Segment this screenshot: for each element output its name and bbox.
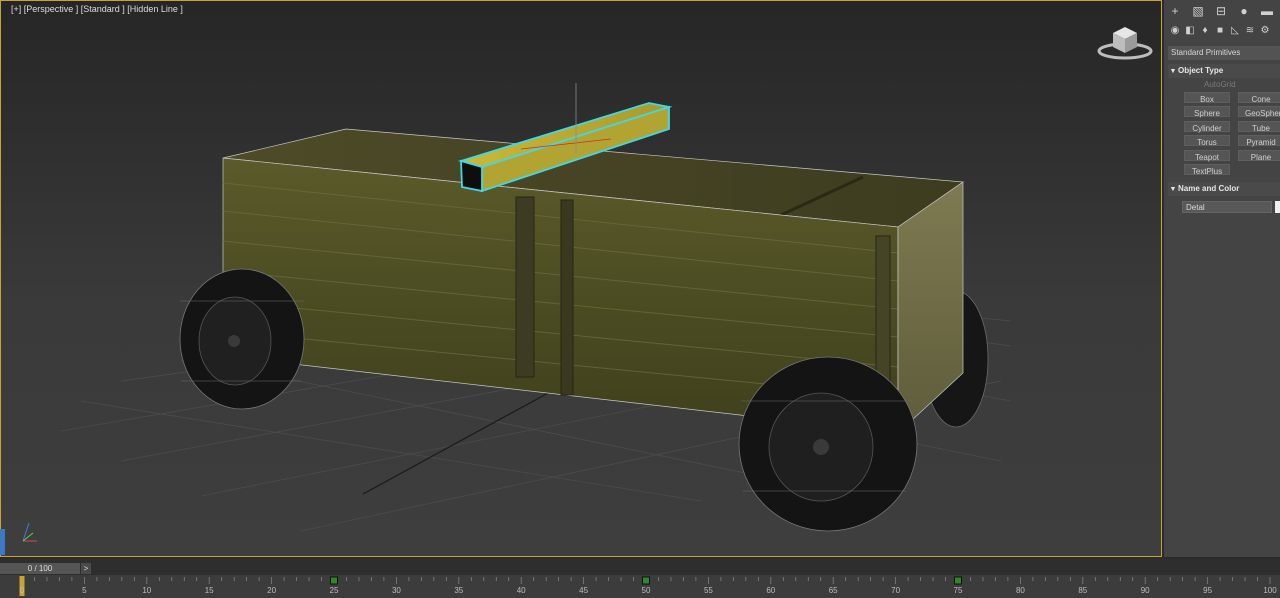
helpers-icon[interactable]: ◺ <box>1228 24 1242 38</box>
shapes-icon[interactable]: ◧ <box>1183 24 1197 38</box>
track-tick-label: 20 <box>267 586 277 595</box>
track-tick-label: 35 <box>454 586 464 595</box>
keyframe-marker <box>954 576 962 585</box>
track-tick-label: 15 <box>204 586 214 595</box>
next-frame-button[interactable]: > <box>81 563 91 574</box>
geosphere-button[interactable]: GeoSphere <box>1238 106 1280 118</box>
track-tick-label: 80 <box>1015 586 1025 595</box>
track-tick-label: 25 <box>329 586 339 595</box>
textplus-button[interactable]: TextPlus <box>1184 164 1230 176</box>
track-tick-label: 0 <box>19 586 25 595</box>
cameras-icon[interactable]: ■ <box>1213 24 1227 38</box>
crate-latch <box>515 196 535 378</box>
track-tick-label: 75 <box>953 586 963 595</box>
torus-button[interactable]: Torus <box>1184 135 1230 147</box>
track-tick-label: 55 <box>703 586 713 595</box>
geometry-icon[interactable]: ◉ <box>1168 24 1182 38</box>
modify-icon[interactable]: ▧ <box>1191 4 1205 18</box>
spacewarps-icon[interactable]: ≋ <box>1243 24 1257 38</box>
teapot-button[interactable]: Teapot <box>1184 150 1230 162</box>
wheel-front-right <box>738 356 918 532</box>
left-edge-indicator <box>0 529 5 555</box>
track-tick-label: 65 <box>828 586 838 595</box>
cylinder-button[interactable]: Cylinder <box>1184 121 1230 133</box>
track-tick-label: 5 <box>82 586 87 595</box>
axis-tripod <box>22 522 37 542</box>
lights-icon[interactable]: ♦ <box>1198 24 1212 38</box>
track-tick-label: 30 <box>391 586 401 595</box>
track-tick-label: 90 <box>1140 586 1150 595</box>
rollout-arrow-icon: ▼ <box>1169 186 1177 193</box>
object-type-rollout[interactable]: ▼ Object Type <box>1168 64 1280 78</box>
command-panel-tabs: + ▧ ⊟ ● ▬ <box>1164 4 1280 22</box>
perspective-viewport[interactable]: [+] [Perspective ] [Standard ] [Hidden L… <box>0 0 1162 557</box>
rollout-arrow-icon: ▼ <box>1169 68 1177 75</box>
track-tick-label: 10 <box>142 586 152 595</box>
time-slider-track[interactable] <box>0 559 1280 575</box>
plane-button[interactable]: Plane <box>1238 150 1280 162</box>
hierarchy-icon[interactable]: ⊟ <box>1214 4 1228 18</box>
grid-axis-line <box>362 385 562 495</box>
track-tick-label: 100 <box>1263 586 1277 595</box>
create-categories: ◉ ◧ ♦ ■ ◺ ≋ ⚙ <box>1164 24 1280 42</box>
create-icon[interactable]: + <box>1168 4 1182 18</box>
sphere-button[interactable]: Sphere <box>1184 106 1230 118</box>
track-tick-label: 85 <box>1078 586 1088 595</box>
cone-button[interactable]: Cone <box>1238 92 1280 104</box>
pyramid-button[interactable]: Pyramid <box>1238 135 1280 147</box>
track-tick-label: 70 <box>891 586 901 595</box>
track-bar-ticks <box>19 576 1271 596</box>
keyframe-marker <box>330 576 338 585</box>
object-name-field[interactable]: Detal <box>1182 201 1272 213</box>
box-button[interactable]: Box <box>1184 92 1230 104</box>
track-tick-label: 45 <box>579 586 589 595</box>
track-tick-label: 40 <box>516 586 526 595</box>
motion-icon[interactable]: ● <box>1237 4 1251 18</box>
object-color-swatch[interactable] <box>1275 201 1280 213</box>
wheel-front-left <box>179 268 305 410</box>
keyframe-marker <box>642 576 650 585</box>
track-tick-label: 95 <box>1203 586 1213 595</box>
track-tick-label: 50 <box>641 586 651 595</box>
primitive-type-dropdown[interactable]: Standard Primitives <box>1168 46 1280 60</box>
name-color-rollout[interactable]: ▼ Name and Color <box>1168 182 1280 196</box>
autogrid-checkbox[interactable]: AutoGrid <box>1204 80 1236 89</box>
track-tick-label: 60 <box>766 586 776 595</box>
systems-icon[interactable]: ⚙ <box>1258 24 1272 38</box>
tube-button[interactable]: Tube <box>1238 121 1280 133</box>
scene-render[interactable] <box>1 1 1162 557</box>
time-slider-frame-counter[interactable]: 0 / 100 <box>0 563 80 574</box>
display-icon[interactable]: ▬ <box>1260 4 1274 18</box>
view-cube <box>1097 27 1153 60</box>
